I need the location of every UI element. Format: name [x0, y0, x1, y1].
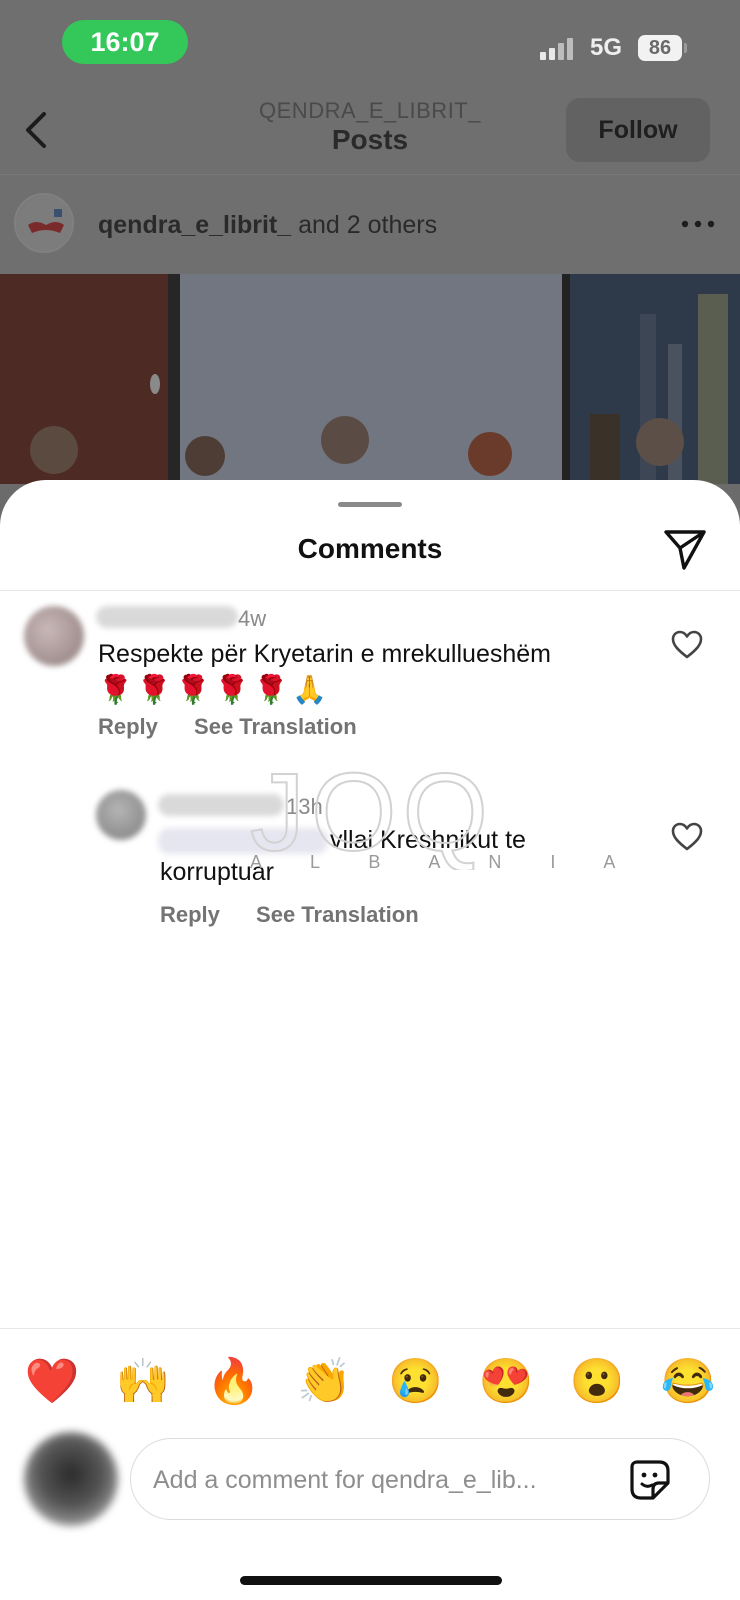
post-photo-graphic	[0, 274, 740, 484]
comment-item: 4w Respekte për Kryetarin e mrekullueshë…	[0, 590, 740, 760]
sheet-title: Comments	[297, 533, 443, 564]
library-logo-icon	[17, 196, 72, 251]
post-owner-avatar[interactable]	[14, 193, 74, 253]
battery-level: 86	[648, 36, 672, 59]
reaction-raised-hands[interactable]: 🙌	[115, 1352, 171, 1412]
heart-icon[interactable]	[670, 628, 704, 662]
post-owner-username[interactable]: qendra_e_librit_	[98, 211, 291, 239]
post-photo[interactable]	[0, 274, 740, 484]
reaction-heart[interactable]: ❤️	[24, 1352, 80, 1412]
quick-reactions-bar: ❤️ 🙌 🔥 👏 😢 😍 😮 😂	[10, 1352, 730, 1412]
divider	[0, 1328, 740, 1329]
cellular-signal-icon	[540, 38, 580, 60]
comment-actions: Reply See Translation	[160, 902, 449, 928]
follow-button[interactable]: Follow	[566, 98, 710, 162]
clock-time: 16:07	[90, 26, 160, 57]
clock-pill[interactable]: 16:07	[62, 20, 188, 64]
comments-sheet: Comments 4w Respekte për Kryetarin e mre…	[0, 480, 740, 1600]
current-user-avatar	[24, 1432, 118, 1526]
comment-text: Respekte për Kryetarin e mrekullueshëm	[98, 640, 551, 668]
reaction-crying[interactable]: 😢	[387, 1352, 443, 1412]
post-header: qendra_e_librit_ and 2 others	[0, 174, 740, 274]
commenter-avatar[interactable]	[96, 790, 146, 840]
reply-button[interactable]: Reply	[160, 902, 220, 927]
reaction-surprised[interactable]: 😮	[569, 1352, 625, 1412]
comment-text-blurred	[158, 828, 328, 854]
reaction-clap[interactable]: 👏	[297, 1352, 353, 1412]
see-translation-button[interactable]: See Translation	[194, 714, 357, 739]
commenter-username-blurred[interactable]	[158, 794, 284, 816]
reply-button[interactable]: Reply	[98, 714, 158, 739]
heart-icon[interactable]	[670, 820, 704, 854]
comment-composer	[130, 1438, 710, 1520]
sheet-drag-handle[interactable]	[338, 502, 402, 507]
post-owner-line[interactable]: qendra_e_librit_ and 2 others	[98, 211, 437, 240]
network-type: 5G	[590, 34, 623, 61]
home-indicator[interactable]	[240, 1576, 502, 1585]
sticker-icon[interactable]	[627, 1457, 673, 1503]
post-coauthors: and 2 others	[298, 211, 438, 239]
battery-cap	[684, 43, 687, 53]
watermark-letters: A L B A N I A	[250, 852, 638, 872]
reaction-laughing[interactable]: 😂	[660, 1352, 716, 1412]
more-horizontal-icon[interactable]	[680, 219, 716, 229]
reaction-fire[interactable]: 🔥	[206, 1352, 262, 1412]
comment-actions: Reply See Translation	[98, 714, 387, 740]
battery-icon: 86	[638, 35, 682, 61]
comment-timestamp: 4w	[238, 606, 267, 631]
reaction-heart-eyes[interactable]: 😍	[478, 1352, 534, 1412]
commenter-avatar[interactable]	[24, 606, 84, 666]
comment-emojis: 🌹🌹🌹🌹🌹🙏	[98, 674, 332, 705]
see-translation-button[interactable]: See Translation	[256, 902, 419, 927]
posts-navbar: QENDRA_E_LIBRIT_ Posts Follow	[0, 90, 740, 174]
status-bar: 16:07 5G 86	[0, 0, 740, 90]
comment-timestamp: 13h	[286, 794, 323, 819]
paper-plane-icon[interactable]	[662, 526, 708, 572]
commenter-username-blurred[interactable]	[96, 606, 238, 628]
comment-input[interactable]	[153, 1463, 613, 1497]
